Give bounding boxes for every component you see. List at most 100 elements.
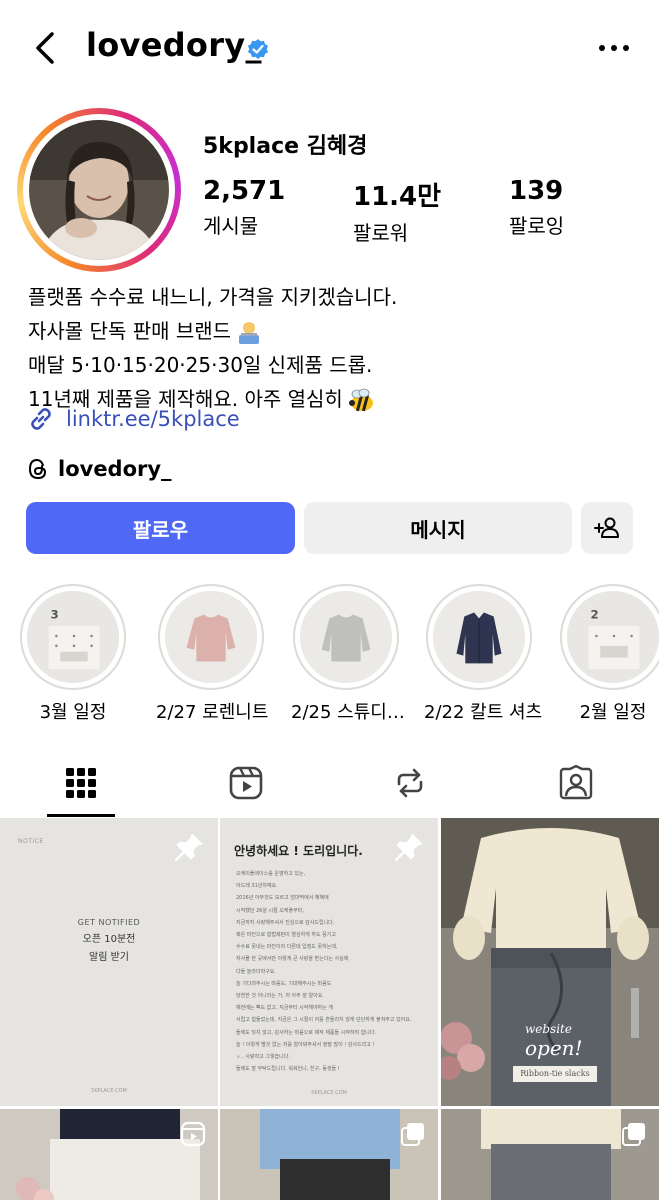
carousel-icon bbox=[622, 1123, 645, 1146]
bio-line: 매달 5·10·15·20·25·30일 신제품 드롭. bbox=[28, 353, 373, 377]
highlight-label: 2월 일정 bbox=[579, 702, 647, 723]
carousel-icon bbox=[401, 1123, 424, 1146]
stat-followers[interactable]: 11.4만 팔로워 bbox=[353, 176, 441, 246]
stat-posts-label: 게시물 bbox=[203, 214, 259, 238]
post-greeting-line: 수수료 못내는 마진이라 다른데 입점도 못하는데, bbox=[236, 944, 338, 951]
post-greeting-line: 들에도 잊지 않고, 감사하는 마음으로 제작 제품들 시작하려 합니다. bbox=[236, 1029, 377, 1036]
highlight-cover: 3 bbox=[27, 591, 119, 683]
highlight-cover bbox=[433, 591, 525, 683]
svg-text:2: 2 bbox=[590, 607, 598, 621]
highlight-studio[interactable]: 2/25 스튜디… bbox=[291, 584, 405, 724]
bio-line-with-emoji: 자사몰 단독 판매 브랜드 bbox=[28, 314, 397, 348]
highlight-label: 3월 일정 bbox=[39, 702, 107, 723]
stat-following-label: 팔로잉 bbox=[509, 214, 565, 238]
bio-line: 플랫폼 수수료 내느니, 가격을 지키겠습니다. bbox=[28, 285, 398, 309]
profile-full-name: 5kplace 김혜경 bbox=[203, 134, 368, 159]
post-greeting-line: 늘 기다려주시는 마음도, 기대해주시는 마음도 bbox=[236, 980, 332, 987]
highlight-cover bbox=[300, 591, 392, 683]
profile-bio: 플랫폼 수수료 내느니, 가격을 지키겠습니다. 자사몰 단독 판매 브랜드 매… bbox=[28, 280, 397, 416]
post-tile-greeting[interactable]: 안녕하세요 ! 도리입니다. 오케이플레이스를 운영하고 있는, 아드레 31년… bbox=[220, 818, 438, 1106]
profile-avatar[interactable] bbox=[17, 108, 181, 272]
stat-followers-count: 11.4만 bbox=[353, 182, 442, 212]
post-greeting-line: 다들 놀라더라구요. bbox=[236, 968, 276, 975]
post-greeting-line: 예전에는 빡도 없고, 지금부터 시작해야하는 게 bbox=[236, 1005, 333, 1012]
profile-tabs bbox=[0, 750, 659, 817]
reels-icon bbox=[229, 766, 263, 800]
threads-badge[interactable]: lovedory_ bbox=[26, 454, 172, 484]
add-person-icon bbox=[594, 517, 619, 538]
post-tile-notice[interactable]: NOTICE GET NOTIFIED 오픈 10분전 알림 받기 5KPLAC… bbox=[0, 818, 218, 1106]
profile-link[interactable]: linktr.ee/5kplace bbox=[26, 403, 240, 435]
follow-button[interactable]: 팔로우 bbox=[26, 502, 295, 554]
avatar-photo bbox=[29, 120, 169, 260]
stat-following[interactable]: 139 팔로잉 bbox=[509, 176, 564, 239]
post-greeting-line: 오케이플레이스를 운영하고 있는, bbox=[236, 871, 306, 877]
post-notice-small: NOTICE bbox=[18, 838, 44, 845]
post-notice-title: 오픈 10분전 bbox=[82, 934, 136, 945]
tab-posts-grid[interactable] bbox=[41, 750, 121, 816]
post-notice-sub: 알림 받기 bbox=[89, 952, 129, 963]
person-laptop-emoji-icon bbox=[239, 321, 260, 344]
post-website-label: website bbox=[525, 1022, 572, 1036]
bee-emoji-icon bbox=[348, 388, 373, 411]
highlight-label: 2/25 스튜디… bbox=[291, 702, 405, 723]
highlight-cover bbox=[165, 591, 257, 683]
post-notice-get: GET NOTIFIED bbox=[77, 918, 141, 927]
tab-reels[interactable] bbox=[206, 750, 286, 816]
post-tag-label: Ribbon-tie slacks bbox=[513, 1066, 597, 1082]
profile-link-text[interactable]: linktr.ee/5kplace bbox=[66, 407, 240, 431]
highlight-label: 2/22 칼트 셔츠 bbox=[424, 702, 543, 723]
tab-tagged[interactable] bbox=[536, 750, 616, 816]
link-icon bbox=[31, 408, 51, 430]
reel-badge-icon bbox=[180, 1121, 206, 1147]
post-tile-carousel[interactable] bbox=[441, 1109, 659, 1200]
profile-header: lovedory_ bbox=[0, 0, 659, 100]
post-open-label: open! bbox=[525, 1036, 583, 1060]
tab-reposts[interactable] bbox=[370, 750, 450, 816]
more-options-icon[interactable] bbox=[596, 38, 632, 58]
post-greeting-line: 시작했던 26살 시절 오케플부터, bbox=[236, 907, 304, 914]
post-greeting-line: 혹은 마진으로 합법제판이 열심하게 하도 뭉기고 bbox=[236, 932, 336, 939]
post-greeting-line: 서럽고 힘들었는데, 지금은 그 시절이 저를 흔들리지 않게 단단하게 붙쳐주… bbox=[236, 1017, 412, 1024]
post-photo-blouse bbox=[441, 818, 659, 1106]
post-greeting-line: 아드레 31년차예요. bbox=[236, 883, 278, 890]
stat-posts-count: 2,571 bbox=[203, 176, 286, 206]
post-tile-carousel[interactable] bbox=[220, 1109, 438, 1200]
post-tile-website-open[interactable]: website open! Ribbon-tie slacks bbox=[441, 818, 659, 1106]
highlight-loren-knit[interactable]: 2/27 로렌니트 bbox=[156, 584, 269, 724]
post-greeting-line: 들에도 잘 부탁드립니다. 워워언니, 친구, 동생들 ! bbox=[236, 1066, 340, 1073]
pin-icon bbox=[174, 833, 203, 862]
verified-badge-icon bbox=[248, 39, 268, 59]
svg-text:3: 3 bbox=[50, 607, 58, 621]
post-greeting-line: 2016년 아무것도 모르고 엄마딱에서 혜혜에 bbox=[236, 895, 329, 902]
highlight-kalt-shirt[interactable]: 2/22 칼트 셔츠 bbox=[424, 584, 543, 724]
highlight-february-schedule[interactable]: 2 2월 일정 bbox=[558, 584, 659, 724]
message-button[interactable]: 메시지 bbox=[304, 502, 572, 554]
stat-posts[interactable]: 2,571 게시물 bbox=[203, 176, 285, 239]
post-tile-reel[interactable] bbox=[0, 1109, 218, 1200]
active-tab-indicator bbox=[47, 814, 115, 817]
pin-icon bbox=[394, 833, 423, 862]
post-greeting-line: 늘 ! 이렇게 별것 없는 저를 알아봐주셔서 정말 많이 ! 감사드리고 ! bbox=[236, 1041, 375, 1048]
highlight-cover: 2 bbox=[567, 591, 659, 683]
back-arrow-icon[interactable] bbox=[28, 28, 64, 68]
header-username: lovedory_ bbox=[86, 26, 262, 64]
post-greeting-line: 지금까지 사랑해주셔서 진심으로 감사드립니다. bbox=[236, 919, 335, 926]
repost-icon bbox=[397, 768, 423, 798]
post-greeting-title: 안녕하세요 ! 도리입니다. bbox=[234, 844, 363, 858]
highlight-march-schedule[interactable]: 3 3월 일정 bbox=[18, 584, 128, 724]
highlight-label: 2/27 로렌니트 bbox=[156, 702, 269, 723]
bio-line: 자사몰 단독 판매 브랜드 bbox=[28, 319, 232, 343]
stat-following-count: 139 bbox=[509, 176, 564, 206]
threads-icon bbox=[28, 458, 47, 480]
grid-icon bbox=[66, 768, 96, 798]
tagged-person-icon bbox=[559, 765, 593, 800]
suggest-friends-button[interactable] bbox=[581, 502, 633, 554]
post-greeting-body: 오케이플레이스를 운영하고 있는, 아드레 31년차예요. 2016년 아무것도… bbox=[236, 868, 432, 1075]
post-greeting-line: 당연한 것 아니라는 거, 저 아주 잘 알아요. bbox=[236, 993, 324, 1000]
post-greeting-line: ㅅ.. 사랑하고 그렇습니다. bbox=[236, 1054, 290, 1061]
threads-handle: lovedory_ bbox=[58, 457, 172, 481]
post-greeting-footer: 5KPLACE.COM bbox=[311, 1090, 347, 1096]
post-notice-footer: 5KPLACE.COM bbox=[91, 1088, 127, 1094]
stat-followers-label: 팔로워 bbox=[353, 221, 409, 245]
